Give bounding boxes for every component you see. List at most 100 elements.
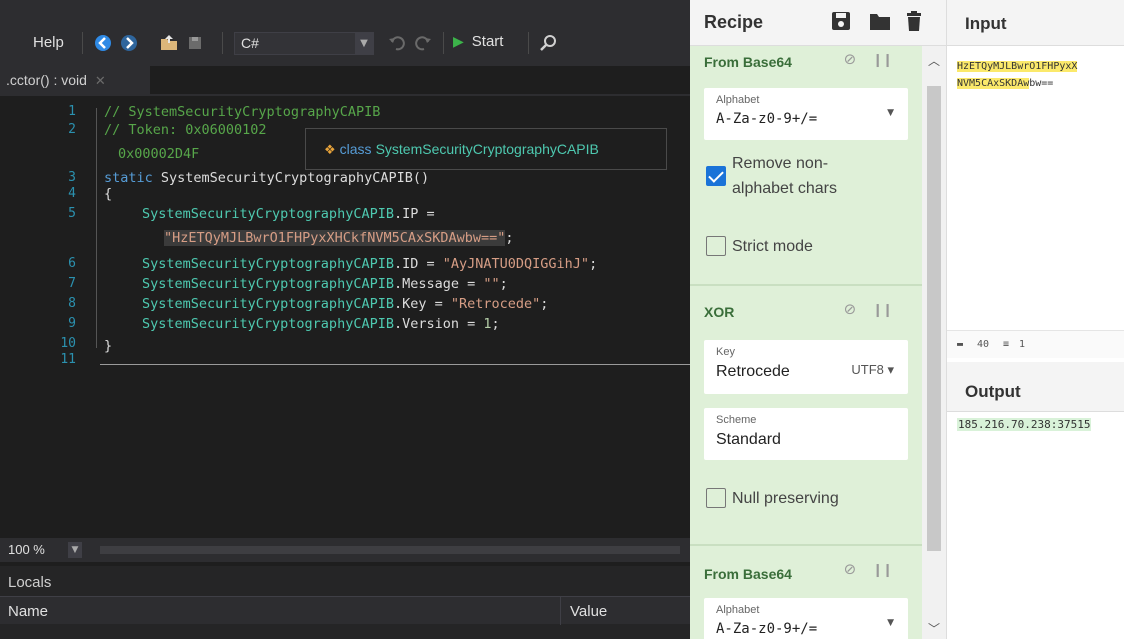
input-line-1: HzETQyMJLBwrO1FHPyxX (957, 61, 1078, 72)
current-line-marker (100, 364, 690, 365)
xor-key-value: Retrocede (716, 363, 790, 380)
column-name[interactable]: Name (8, 603, 48, 620)
fold-guide (96, 108, 97, 348)
op-divider (690, 544, 922, 546)
save-icon[interactable] (830, 10, 852, 32)
op-controls: ⊘ ❙❙ (844, 50, 893, 68)
input-stats: ▬ 40 ≡ 1 (947, 330, 1124, 358)
redo-icon[interactable] (414, 34, 432, 52)
null-preserving-checkbox[interactable] (706, 488, 726, 508)
column-divider[interactable] (560, 597, 561, 625)
input-title: Input (965, 14, 1007, 33)
code-line-1: // SystemSecurityCryptographyCAPIB (104, 104, 381, 120)
disable-icon[interactable]: ⊘ (844, 560, 857, 578)
remove-nonalpha-checkbox[interactable] (706, 166, 726, 186)
length-icon: ▬ (957, 339, 964, 350)
column-value[interactable]: Value (570, 603, 607, 620)
alphabet-select[interactable]: Alphabet A-Za-z0-9+/= ▼ (704, 88, 908, 140)
forward-icon[interactable] (120, 34, 138, 52)
toolbar-separator (528, 32, 529, 54)
scrollbar-thumb[interactable] (927, 86, 941, 551)
op-controls: ⊘ ❙❙ (844, 560, 893, 578)
close-icon[interactable]: ✕ (95, 73, 106, 88)
language-select[interactable]: C# ▼ (234, 32, 374, 55)
recipe-scrollbar[interactable]: ︿ ﹀ (922, 46, 946, 639)
input-textarea[interactable]: HzETQyMJLBwrO1FHPyxX NVM5CAxSKDAwbw== (957, 58, 1124, 92)
zoom-level[interactable]: 100 % (8, 542, 45, 557)
tab-label: .cctor() : void (6, 72, 87, 88)
save-all-icon[interactable] (186, 34, 204, 52)
pause-icon[interactable]: ❙❙ (872, 563, 893, 578)
ide-toolbar: Help C# ▼ ▶ Start (0, 0, 690, 66)
ide-window: Help C# ▼ ▶ Start .cctor() : void ✕ 1 2 3 … (0, 0, 690, 639)
input-length: 40 (977, 339, 990, 350)
trash-icon[interactable] (905, 10, 923, 32)
undo-icon[interactable] (388, 34, 406, 52)
alphabet-value: A-Za-z0-9+/= (716, 621, 818, 637)
line-number: 4 (68, 186, 76, 201)
recipe-panel: Recipe From Base64 ⊘ ❙❙ Alphabet A-Za-z0-… (690, 0, 946, 639)
tab-cctor[interactable]: .cctor() : void ✕ (0, 66, 150, 94)
code-line-5: SystemSecurityCryptographyCAPIB.IP = (142, 206, 435, 222)
pause-icon[interactable]: ❙❙ (872, 53, 893, 68)
toolbar-separator (443, 32, 444, 54)
zoom-bar: 100 % ▼ (0, 538, 690, 562)
ip-string: "HzETQyMJLBwrO1FHPyxXHCkfNVM5CAxSKDAwbw=… (164, 230, 506, 246)
folder-icon[interactable] (868, 10, 892, 32)
output-value[interactable]: 185.216.70.238:37515 (957, 418, 1092, 431)
chevron-down-icon: ▼ (887, 618, 894, 628)
line-number: 7 (68, 276, 76, 291)
input-header: Input (947, 0, 1124, 46)
io-panel: Input HzETQyMJLBwrO1FHPyxX NVM5CAxSKDAwb… (946, 0, 1124, 639)
alphabet-select[interactable]: Alphabet A-Za-z0-9+/= ▼ (704, 598, 908, 639)
alphabet-value: A-Za-z0-9+/= (716, 111, 818, 127)
input-line-2-highlight: NVM5CAxSKDAw (957, 78, 1030, 89)
remove-nonalpha-label: Remove non-alphabet chars (732, 155, 837, 197)
line-number: 10 (60, 336, 76, 351)
chevron-down-icon[interactable]: ▼ (68, 542, 82, 558)
recipe-operations: From Base64 ⊘ ❙❙ Alphabet A-Za-z0-9+/= ▼ … (690, 46, 922, 639)
language-value: C# (241, 35, 259, 51)
code-line-10: } (104, 338, 113, 354)
back-icon[interactable] (94, 34, 112, 52)
lines-icon: ≡ (1003, 339, 1010, 350)
xor-scheme-value: Standard (716, 431, 781, 448)
code-line-2: // Token: 0x06000102 (104, 122, 267, 138)
tooltip-type: SystemSecurityCryptographyCAPIB (375, 141, 599, 157)
output-title: Output (965, 382, 1021, 401)
xor-key-field[interactable]: Key Retrocede UTF8 ▾ (704, 340, 908, 394)
disable-icon[interactable]: ⊘ (844, 50, 857, 68)
strict-mode-label: Strict mode (732, 238, 813, 255)
chevron-down-icon: ▼ (355, 33, 373, 54)
search-icon[interactable] (540, 34, 558, 52)
output-header: Output (947, 362, 1124, 412)
start-label: Start (471, 33, 504, 50)
locals-panel: Locals Name Value (0, 566, 690, 639)
key-encoding-select[interactable]: UTF8 ▾ (851, 362, 894, 378)
toolbar-separator (82, 32, 83, 54)
op-from-base64-title[interactable]: From Base64 (704, 54, 792, 70)
line-number: 8 (68, 296, 76, 311)
open-folder-icon[interactable] (160, 34, 178, 52)
code-line-3: static SystemSecurityCryptographyCAPIB() (104, 170, 430, 186)
strict-mode-checkbox[interactable] (706, 236, 726, 256)
op-from-base64-title[interactable]: From Base64 (704, 566, 792, 582)
input-lines: 1 (1019, 339, 1026, 350)
null-preserving-label: Null preserving (732, 490, 839, 507)
start-debug-button[interactable]: ▶ Start (453, 33, 503, 55)
code-line-4: { (104, 186, 113, 202)
code-line-7: SystemSecurityCryptographyCAPIB.Message … (142, 276, 508, 292)
line-number: 5 (68, 206, 76, 221)
op-xor-title[interactable]: XOR (704, 304, 734, 320)
code-line-6: SystemSecurityCryptographyCAPIB.ID = "Ay… (142, 256, 598, 272)
pause-icon[interactable]: ❙❙ (872, 303, 893, 318)
input-line-2-rest: bw== (1029, 78, 1054, 89)
chevron-up-icon[interactable]: ︿ (928, 52, 940, 69)
horizontal-scrollbar[interactable] (100, 546, 680, 554)
play-icon: ▶ (453, 33, 464, 49)
xor-scheme-select[interactable]: Scheme Standard (704, 408, 908, 460)
disable-icon[interactable]: ⊘ (844, 300, 857, 318)
menu-help[interactable]: Help (33, 34, 64, 51)
chevron-down-icon[interactable]: ﹀ (928, 620, 940, 637)
code-line-2-cont: 0x00002D4F (118, 146, 200, 162)
